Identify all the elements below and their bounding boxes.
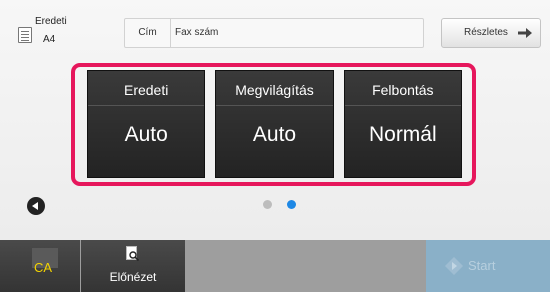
start-label: Start (468, 258, 496, 273)
original-key-title: Eredeti (123, 82, 169, 98)
address-bar: Cím Fax szám (124, 18, 424, 48)
details-button[interactable]: Részletes (441, 18, 541, 48)
ca-label: CA (34, 260, 53, 275)
original-label: Eredeti (35, 16, 67, 27)
action-bar: CA Előnézet Start (0, 240, 550, 292)
exposure-key-title: Megvilágítás (235, 82, 314, 98)
key-divider (216, 105, 333, 106)
preview-magnifier-icon (126, 246, 140, 262)
clear-all-button[interactable]: CA (0, 240, 80, 292)
original-key-value: Auto (124, 123, 168, 146)
start-button[interactable]: Start (426, 240, 550, 292)
start-diamond-icon (445, 257, 463, 275)
original-size-label: A4 (43, 34, 56, 45)
exposure-key[interactable]: Megvilágítás Auto (215, 70, 334, 178)
key-divider (344, 105, 461, 106)
resolution-key[interactable]: Felbontás Normál (343, 70, 462, 178)
original-document-icon (18, 27, 32, 43)
resolution-key-title: Felbontás (372, 82, 434, 98)
page-dot-1[interactable] (263, 200, 272, 209)
original-key[interactable]: Eredeti Auto (87, 70, 206, 178)
arrow-right-icon (518, 28, 532, 38)
previous-page-button[interactable] (27, 197, 45, 215)
preview-label: Előnézet (109, 270, 157, 284)
page-dot-2-active[interactable] (287, 200, 296, 209)
key-divider (88, 105, 205, 106)
original-indicator[interactable]: Eredeti A4 (8, 10, 78, 50)
settings-keys: Eredeti Auto Megvilágítás Auto Felbontás… (87, 70, 462, 178)
resolution-key-value: Normál (368, 123, 437, 146)
fax-number-field[interactable]: Fax szám (171, 19, 423, 47)
details-button-label: Részletes (464, 27, 508, 38)
subject-button[interactable]: Cím (125, 19, 171, 47)
preview-button[interactable]: Előnézet (81, 240, 185, 292)
exposure-key-value: Auto (252, 123, 297, 146)
main-screen: Eredeti A4 Cím Fax szám Részletes Eredet… (0, 0, 550, 240)
